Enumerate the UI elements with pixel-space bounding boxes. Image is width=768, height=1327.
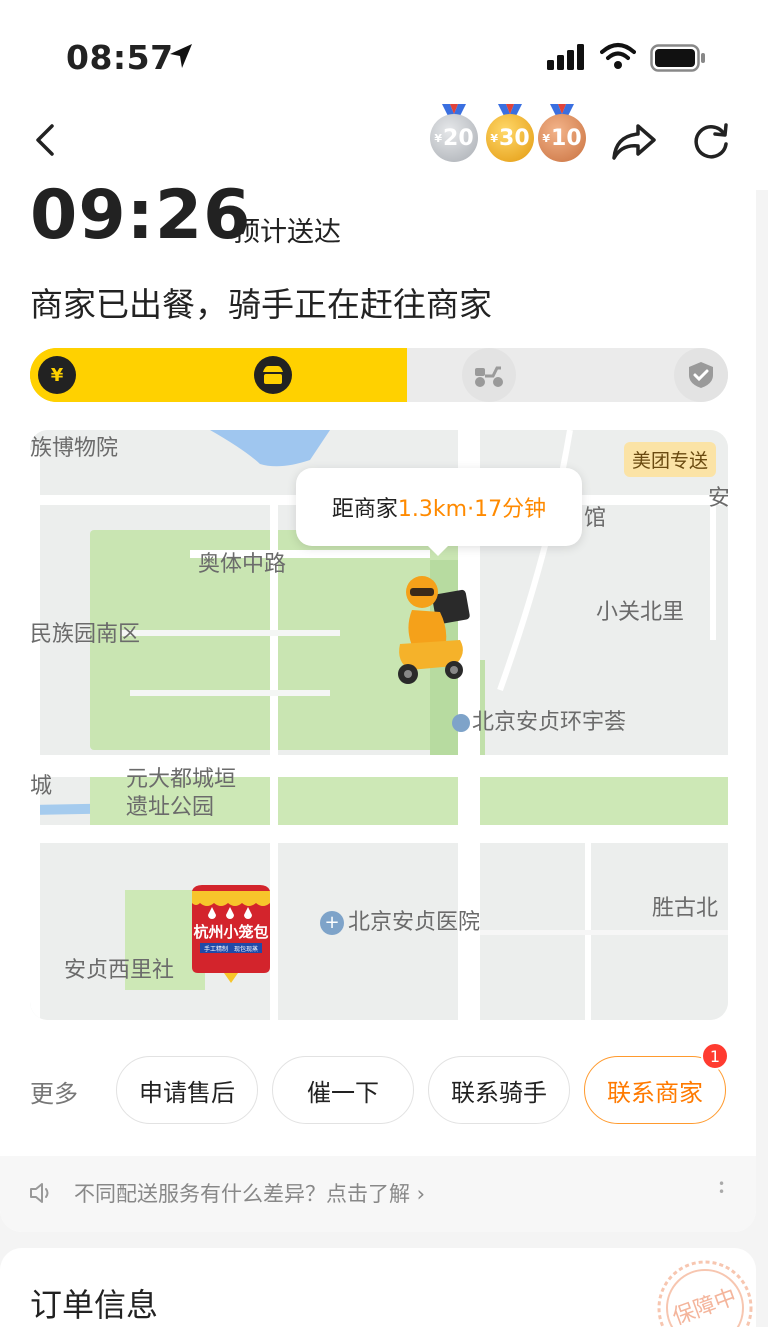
more-dots-icon[interactable]: • • — [718, 1178, 725, 1198]
distance-prefix: 距商家 — [331, 497, 398, 522]
store-marker-icon: 杭州小笼包 手工精制 现包现蒸 — [192, 885, 270, 983]
step-store — [246, 348, 300, 402]
rider-icon — [472, 358, 506, 392]
order-info-title: 订单信息 — [30, 1286, 159, 1324]
delivery-progress-bar: ¥ — [30, 348, 728, 402]
more-label[interactable]: 更多 — [30, 1074, 78, 1109]
coupon-medal-10[interactable]: ¥10 — [536, 104, 588, 170]
rider-scooter-icon — [398, 576, 470, 684]
store-sign-line2: 现包现蒸 — [234, 945, 258, 953]
urge-button[interactable]: 催一下 — [272, 1056, 414, 1124]
store-sign-name: 杭州小笼包 — [193, 923, 268, 941]
cellular-signal-icon — [547, 44, 584, 70]
store-sign-line1: 手工精制 — [204, 945, 228, 953]
map-label-aoti-road: 奥体中路 — [198, 552, 287, 577]
medal-coin: ¥20 — [430, 114, 478, 162]
progress-fill — [30, 348, 407, 402]
status-bar: 08:57 — [0, 0, 768, 110]
map-label-yuan-park: 元大都城垣 遗址公园 — [126, 766, 236, 822]
eta-label: 预计送达 — [233, 217, 341, 248]
map-label-yuan-park-line1: 元大都城垣 — [126, 767, 237, 792]
map-label-an: 安 — [708, 486, 728, 511]
map-label-anzhen-hospital-text: 北京安贞医院 — [348, 910, 481, 935]
delivery-tip-bar[interactable]: 不同配送服务有什么差异？点击了解 › • • — [0, 1156, 756, 1232]
map-label-museum: 族博物院 — [30, 436, 119, 461]
refresh-icon[interactable] — [690, 120, 732, 162]
paid-icon: ¥ — [38, 356, 76, 394]
location-arrow-icon — [170, 44, 192, 68]
tip-text[interactable]: 不同配送服务有什么差异？点击了解 › — [74, 1178, 425, 1208]
step-delivered — [674, 348, 728, 402]
step-rider — [462, 348, 516, 402]
step-paid: ¥ — [30, 348, 84, 402]
coupon-medal-30[interactable]: ¥30 — [484, 104, 536, 170]
medal-coin: ¥10 — [538, 114, 586, 162]
delivery-map[interactable]: 族博物院 奥体中路 民族园南区 小关北里 北京安贞环宇荟 城 元大都城垣 遗址公… — [30, 430, 728, 1020]
battery-icon — [650, 44, 705, 72]
medal-value: 10 — [551, 125, 582, 151]
currency-symbol: ¥ — [434, 131, 443, 145]
map-label-xiaoguan: 小关北里 — [596, 600, 685, 625]
share-icon[interactable] — [610, 120, 658, 164]
map-label-huanyu-text: 北京安贞环宇荟 — [472, 710, 627, 735]
map-label-shenggu: 胜古北 — [652, 896, 719, 921]
medal-value: 30 — [499, 125, 530, 151]
distance-value: 1.3km·17分钟 — [397, 497, 547, 522]
contact-rider-button[interactable]: 联系骑手 — [428, 1056, 570, 1124]
map-label-anzhen-hospital: + 北京安贞医院 — [320, 904, 480, 936]
map-label-minzu-garden: 民族园南区 — [30, 622, 141, 647]
merchant-notification-badge: 1 — [701, 1042, 729, 1070]
status-time: 08:57 — [66, 38, 174, 77]
map-label-yuan-park-line2: 遗址公园 — [126, 795, 215, 820]
delivery-service-badge: 美团专送 — [623, 442, 716, 477]
eta-time: 09:26 — [30, 176, 252, 255]
guarantee-stamp-icon: 保障中 — [657, 1260, 753, 1327]
hospital-icon: + — [320, 911, 344, 935]
guarantee-stamp-text: 保障中 — [670, 1284, 741, 1327]
map-label-anzhen-xili: 安贞西里社 — [64, 958, 175, 983]
map-label-huanyu: 北京安贞环宇荟 — [452, 704, 626, 736]
currency-symbol: ¥ — [490, 131, 499, 145]
order-status-text: 商家已出餐，骑手正在赶往商家 — [30, 285, 492, 324]
medal-value: 20 — [443, 125, 474, 151]
after-sale-button[interactable]: 申请售后 — [116, 1056, 258, 1124]
back-icon[interactable] — [28, 122, 64, 158]
map-label-guan: 馆 — [584, 506, 607, 531]
distance-bubble: 距商家 1.3km·17分钟 — [296, 468, 582, 556]
medal-coin: ¥30 — [486, 114, 534, 162]
order-info-card: 订单信息 保障中 — [0, 1248, 756, 1327]
speaker-icon — [30, 1183, 49, 1203]
delivery-status-card: 09:26 预计送达 商家已出餐，骑手正在赶往商家 ¥ 族博物院 奥体中路 民族… — [0, 176, 756, 1232]
action-bar: 更多 申请售后 催一下 联系骑手 联系商家 1 — [0, 1042, 756, 1126]
currency-symbol: ¥ — [542, 131, 551, 145]
delivered-icon — [684, 358, 718, 392]
map-label-city: 城 — [30, 774, 53, 799]
wifi-icon — [600, 43, 636, 69]
coupon-medal-20[interactable]: ¥20 — [428, 104, 480, 170]
store-icon — [254, 356, 292, 394]
poi-pin-icon — [452, 714, 470, 732]
